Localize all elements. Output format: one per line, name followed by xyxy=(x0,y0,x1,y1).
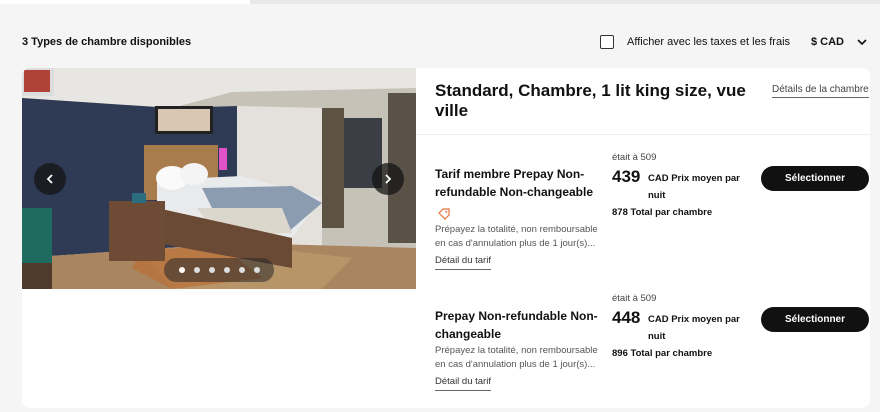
rate-description: Prépayez la totalité, non remboursable e… xyxy=(435,224,598,249)
rate-detail-link[interactable]: Détail du tarif xyxy=(435,376,491,391)
total-price: 896 Total par chambre xyxy=(612,348,713,359)
select-button[interactable]: Sélectionner xyxy=(761,307,869,332)
tax-toggle-label: Afficher avec les taxes et les frais xyxy=(627,36,791,48)
room-title: Standard, Chambre, 1 lit king size, vue … xyxy=(435,81,746,120)
gallery-dot[interactable] xyxy=(193,267,200,273)
price-note: CAD Prix moyen par nuit xyxy=(648,314,740,342)
rate-detail-link[interactable]: Détail du tarif xyxy=(435,255,491,270)
gallery-pagination xyxy=(164,258,274,282)
chevron-left-icon xyxy=(46,174,53,184)
room-details-link[interactable]: Détails de la chambre xyxy=(772,84,869,98)
checkbox-icon[interactable] xyxy=(600,35,614,49)
currency-selector[interactable]: $ CAD xyxy=(811,35,869,49)
select-button[interactable]: Sélectionner xyxy=(761,166,869,191)
gallery-dot[interactable] xyxy=(208,267,215,273)
chevron-right-icon xyxy=(385,174,392,184)
gallery-dot[interactable] xyxy=(238,267,245,273)
room-photo xyxy=(22,68,416,289)
room-photo-gallery[interactable] xyxy=(22,68,416,289)
results-header: 3 Types de chambre disponibles Afficher … xyxy=(0,4,880,68)
gallery-next-button[interactable] xyxy=(372,163,404,195)
was-price: était à 509 xyxy=(612,152,657,163)
rate-description: Prépayez la totalité, non remboursable e… xyxy=(435,345,598,370)
divider xyxy=(416,134,870,135)
gallery-dot[interactable] xyxy=(253,267,260,273)
price-note: CAD Prix moyen par nuit xyxy=(648,173,740,201)
gallery-dot[interactable] xyxy=(178,267,185,273)
was-price: était à 509 xyxy=(612,293,657,304)
tag-icon xyxy=(438,208,450,220)
rate-name: Tarif membre Prepay Non-refundable Non-c… xyxy=(435,167,594,199)
chevron-down-icon xyxy=(857,39,867,46)
gallery-dot[interactable] xyxy=(223,267,230,273)
currency-label: $ CAD xyxy=(811,36,845,48)
tax-toggle[interactable]: Afficher avec les taxes et les frais xyxy=(600,35,790,49)
room-types-count: 3 Types de chambre disponibles xyxy=(22,36,192,48)
rate-name: Prepay Non-refundable Non-changeable xyxy=(435,309,598,341)
total-price: 878 Total par chambre xyxy=(612,207,713,218)
gallery-prev-button[interactable] xyxy=(34,163,66,195)
nightly-price: 439 xyxy=(612,167,641,186)
nightly-price: 448 xyxy=(612,308,641,327)
room-card: Standard, Chambre, 1 lit king size, vue … xyxy=(22,68,870,408)
